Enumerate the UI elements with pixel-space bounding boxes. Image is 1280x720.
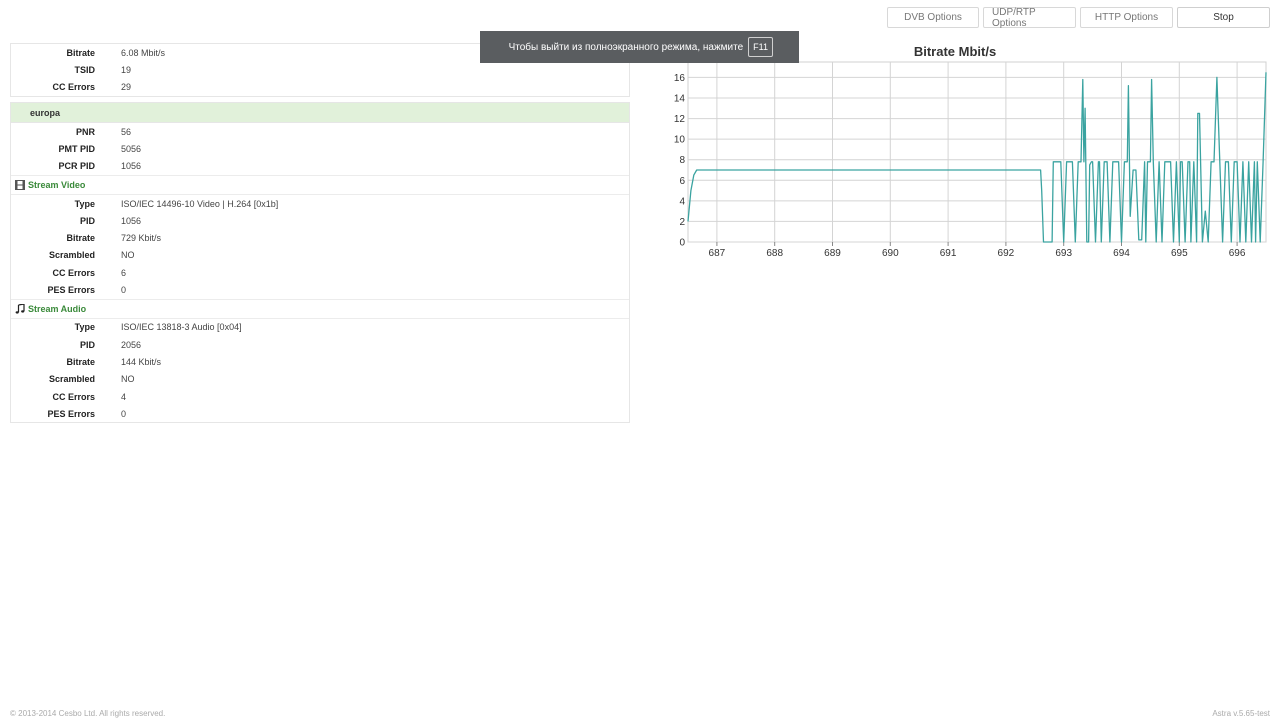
- stream-video-title: Stream Video: [28, 179, 86, 190]
- bitrate-chart-svg: 0 2 4 6 8 10 12 14 16 687 688 689 690 691 692 693 694 695…: [674, 61, 1267, 259]
- video-row: CC Errors 6: [11, 264, 629, 281]
- audio-row: Bitrate 144 Kbit/s: [11, 353, 629, 370]
- video-row: Type ISO/IEC 14496-10 Video | H.264 [0x1…: [11, 195, 629, 212]
- program-value: 56: [121, 126, 132, 137]
- audio-label: PID: [79, 339, 95, 350]
- toast-text: Чтобы выйти из полноэкранного режима, на…: [508, 41, 744, 53]
- x-tick-label: 694: [1113, 248, 1130, 259]
- y-tick-label: 14: [674, 94, 686, 105]
- audio-row: PID 2056: [11, 336, 629, 353]
- y-tick-label: 4: [679, 196, 685, 207]
- y-tick-label: 0: [679, 238, 685, 249]
- audio-value: 0: [121, 408, 127, 419]
- copyright-text: © 2013-2014 Cesbo Ltd. All rights reserv…: [10, 709, 166, 718]
- y-tick-label: 10: [674, 135, 686, 146]
- video-label: Scrambled: [48, 250, 95, 261]
- x-tick-label: 692: [998, 248, 1015, 259]
- video-label: CC Errors: [52, 267, 95, 278]
- x-tick-label: 693: [1055, 248, 1072, 259]
- program-row: PNR 56: [11, 123, 629, 140]
- audio-label: Type: [74, 322, 95, 333]
- program-row: PCR PID 1056: [11, 158, 629, 175]
- video-label: PES Errors: [47, 285, 95, 296]
- stream-audio-header: Stream Audio: [11, 298, 629, 319]
- program-value: 5056: [121, 143, 142, 154]
- summary-value: 6.08 Mbit/s: [121, 47, 166, 58]
- program-label: PNR: [75, 126, 95, 137]
- x-tick-label: 696: [1229, 248, 1246, 259]
- y-tick-label: 12: [674, 114, 686, 125]
- summary-label: Bitrate: [66, 47, 95, 58]
- http-options-button[interactable]: HTTP Options: [1080, 7, 1173, 28]
- summary-row: CC Errors 29: [11, 79, 629, 96]
- program-name-header[interactable]: europa: [11, 103, 629, 123]
- stream-video-header: Stream Video: [11, 174, 629, 195]
- udp-rtp-options-button[interactable]: UDP/RTP Options: [983, 7, 1076, 29]
- audio-row: Scrambled NO: [11, 371, 629, 388]
- audio-row: PES Errors 0: [11, 405, 629, 422]
- video-value: 729 Kbit/s: [121, 233, 162, 244]
- audio-value: NO: [121, 374, 135, 385]
- summary-value: 19: [121, 64, 132, 75]
- version-text: Astra v.5.65-test: [1212, 709, 1270, 718]
- dvb-options-button[interactable]: DVB Options: [887, 7, 979, 28]
- summary-row: TSID 19: [11, 61, 629, 78]
- y-tick-label: 6: [679, 176, 685, 187]
- audio-label: CC Errors: [52, 391, 95, 402]
- music-note-icon: [15, 303, 25, 314]
- y-tick-label: 2: [679, 217, 685, 228]
- video-value: NO: [121, 250, 135, 261]
- stream-audio-title: Stream Audio: [28, 303, 87, 314]
- x-tick-label: 690: [882, 248, 899, 259]
- video-row: Scrambled NO: [11, 247, 629, 264]
- program-label: PMT PID: [58, 143, 95, 154]
- x-tick-label: 689: [824, 248, 841, 259]
- audio-row: Type ISO/IEC 13818-3 Audio [0x04]: [11, 319, 629, 336]
- video-value: 6: [121, 267, 127, 278]
- summary-value: 29: [121, 82, 132, 93]
- audio-value: 2056: [121, 339, 142, 350]
- audio-row: CC Errors 4: [11, 388, 629, 405]
- audio-label: PES Errors: [47, 408, 95, 419]
- video-value: 1056: [121, 215, 142, 226]
- toolbar: DVB Options UDP/RTP Options HTTP Options…: [887, 7, 1270, 29]
- program-row: PMT PID 5056: [11, 140, 629, 157]
- audio-value: 144 Kbit/s: [121, 356, 162, 367]
- program-value: 1056: [121, 161, 142, 172]
- bitrate-chart: Bitrate Mbit/s 0 2 4 6 8 10 12 14 16 687 688 689 690…: [640, 40, 1270, 270]
- program-label: PCR PID: [58, 161, 95, 172]
- audio-value: ISO/IEC 13818-3 Audio [0x04]: [121, 322, 242, 333]
- audio-value: 4: [121, 391, 127, 402]
- y-tick-label: 8: [679, 155, 685, 166]
- f11-key-badge: F11: [748, 37, 773, 57]
- program-panel: europa PNR 56 PMT PID 5056 PCR PID 1056 …: [10, 102, 630, 424]
- summary-label: TSID: [74, 64, 95, 75]
- video-row: PES Errors 0: [11, 281, 629, 298]
- x-tick-label: 691: [940, 248, 957, 259]
- fullscreen-exit-toast: Чтобы выйти из полноэкранного режима, на…: [480, 31, 799, 63]
- x-tick-label: 695: [1171, 248, 1188, 259]
- film-icon: [15, 179, 25, 190]
- y-tick-label: 16: [674, 73, 686, 84]
- audio-label: Bitrate: [66, 356, 95, 367]
- video-value: 0: [121, 285, 127, 296]
- video-row: PID 1056: [11, 212, 629, 229]
- stop-button[interactable]: Stop: [1177, 7, 1270, 28]
- x-tick-label: 687: [709, 248, 726, 259]
- video-label: Bitrate: [66, 233, 95, 244]
- summary-label: CC Errors: [52, 82, 95, 93]
- video-label: PID: [79, 215, 95, 226]
- video-row: Bitrate 729 Kbit/s: [11, 229, 629, 246]
- video-label: Type: [74, 198, 95, 209]
- video-value: ISO/IEC 14496-10 Video | H.264 [0x1b]: [121, 198, 279, 209]
- x-tick-label: 688: [766, 248, 783, 259]
- audio-label: Scrambled: [48, 374, 95, 385]
